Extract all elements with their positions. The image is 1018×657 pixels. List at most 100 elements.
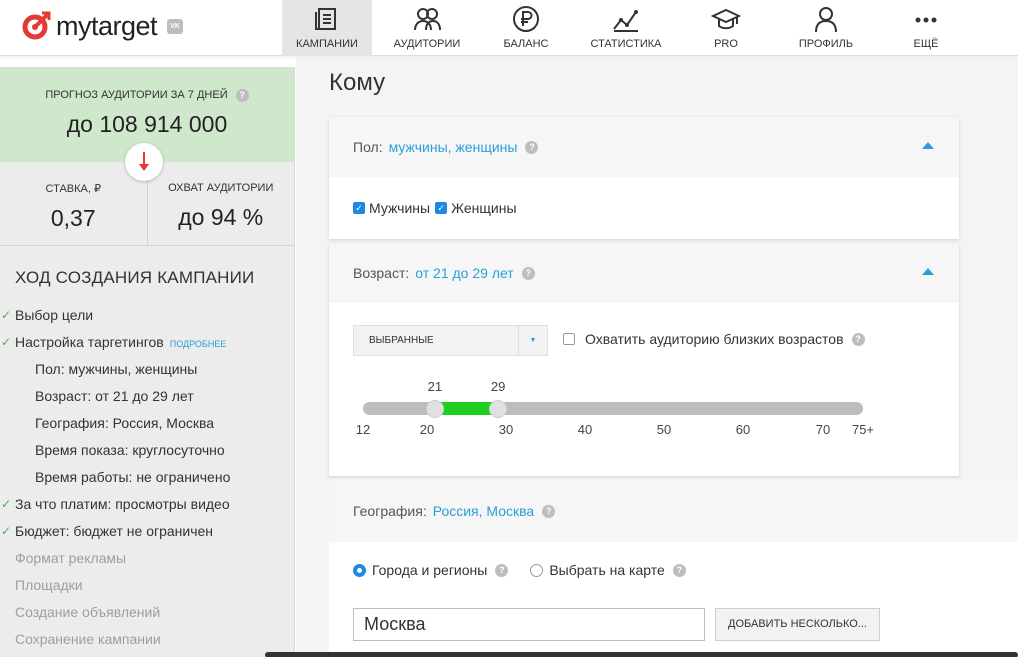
step-budget[interactable]: Бюджет: бюджет не ограничен — [0, 518, 294, 545]
step-label: Создание объявлений — [15, 604, 161, 620]
collapse-icon[interactable] — [922, 142, 934, 149]
checkbox-label: Женщины — [451, 200, 517, 216]
radio-unselected-icon — [530, 563, 544, 577]
step-sub-gender: Пол: мужчины, женщины — [0, 356, 294, 383]
logo[interactable]: mytarget VK — [20, 10, 184, 42]
slider-tick: 40 — [577, 422, 593, 437]
gender-label: Пол: — [353, 139, 383, 155]
collapse-icon[interactable] — [922, 268, 934, 275]
add-multiple-button[interactable]: ДОБАВИТЬ НЕСКОЛЬКО... — [715, 608, 880, 641]
more-link[interactable]: ПОДРОБНЕЕ — [170, 339, 227, 349]
checkbox-unchecked-icon — [563, 333, 575, 345]
step-label: Выбор цели — [15, 307, 94, 323]
bottom-edge — [265, 652, 1018, 657]
bid-value: 0,37 — [50, 205, 96, 231]
female-checkbox[interactable]: ✓ Женщины — [435, 200, 517, 216]
brand-name: mytarget — [56, 10, 158, 41]
age-slider-max-handle[interactable] — [489, 400, 508, 418]
help-icon[interactable]: ? — [542, 504, 556, 518]
reach-stat: ОХВАТ АУДИТОРИИ до 94 % — [146, 162, 295, 245]
checkbox-checked-icon: ✓ — [353, 202, 365, 214]
help-icon[interactable]: ? — [495, 563, 509, 577]
top-navigation-bar: mytarget VK КАМПАНИИ АУДИТОРИИ БАЛАНС СТ… — [0, 0, 1018, 56]
step-label: География: Россия, Москва — [35, 415, 215, 431]
forecast-value: до 108 914 000 — [66, 111, 228, 137]
nav-item-more[interactable]: ЕЩЁ — [882, 0, 970, 56]
campaigns-icon — [311, 3, 343, 35]
mytarget-logo-icon — [22, 11, 51, 40]
profile-icon — [810, 3, 842, 35]
checkbox-label: Мужчины — [369, 200, 431, 216]
gender-options: ✓ Мужчины ✓ Женщины — [353, 200, 517, 216]
age-panel-header[interactable]: Возраст: от 21 до 29 лет ? — [329, 243, 959, 303]
age-slider-track[interactable] — [363, 400, 863, 418]
step-sub-work-time: Время работы: не ограничено — [0, 464, 294, 491]
nav-label: ЕЩЁ — [913, 38, 939, 50]
slider-min-label: 21 — [427, 379, 443, 394]
step-save-campaign: Сохранение кампании — [0, 626, 294, 653]
slider-tick: 75+ — [851, 422, 875, 437]
bid-stat: СТАВКА, ₽ 0,37 — [0, 162, 147, 245]
sidebar: ПРОГНОЗ АУДИТОРИИ ЗА 7 ДНЕЙ ? до 108 914… — [0, 67, 295, 657]
step-label: Площадки — [15, 577, 83, 593]
radio-label: Выбрать на карте — [549, 562, 665, 578]
step-goal[interactable]: Выбор цели — [0, 302, 294, 329]
age-slider-min-handle[interactable] — [425, 400, 444, 418]
step-create-ads: Создание объявлений — [0, 599, 294, 626]
step-label: Время показа: круглосуточно — [35, 442, 225, 458]
help-icon[interactable]: ? — [521, 266, 535, 280]
age-value: от 21 до 29 лет — [415, 265, 514, 281]
down-arrow-icon — [125, 143, 163, 181]
help-icon[interactable]: ? — [525, 140, 539, 154]
geo-label: География: — [353, 503, 427, 519]
nav-item-campaigns[interactable]: КАМПАНИИ — [282, 0, 372, 56]
help-icon[interactable]: ? — [672, 563, 686, 577]
geo-mode-radios: Города и регионы ? Выбрать на карте ? — [353, 562, 686, 578]
select-value: ВЫБРАННЫЕ — [369, 335, 434, 346]
slider-tick: 50 — [656, 422, 672, 437]
step-targeting[interactable]: Настройка таргетингов ПОДРОБНЕЕ — [0, 329, 294, 356]
nav-label: PRO — [714, 38, 738, 50]
step-label: Пол: мужчины, женщины — [35, 361, 198, 377]
audiences-icon — [411, 3, 443, 35]
reach-label: ОХВАТ АУДИТОРИИ — [168, 182, 274, 194]
male-checkbox[interactable]: ✓ Мужчины — [353, 200, 430, 216]
age-mode-select[interactable]: ВЫБРАННЫЕ ▼ — [353, 325, 548, 356]
nav-label: КАМПАНИИ — [296, 38, 358, 50]
step-ad-format: Формат рекламы — [0, 545, 294, 572]
step-label: Формат рекламы — [15, 550, 127, 566]
gender-panel-header[interactable]: Пол: мужчины, женщины ? — [329, 117, 959, 177]
nav-item-audiences[interactable]: АУДИТОРИИ — [372, 0, 482, 56]
age-panel: Возраст: от 21 до 29 лет ? ВЫБРАННЫЕ ▼ О… — [329, 243, 959, 476]
bid-label: СТАВКА, ₽ — [45, 183, 101, 195]
slider-max-label: 29 — [490, 379, 506, 394]
slider-tick: 30 — [498, 422, 514, 437]
geo-panel: География: Россия, Москва ? Города и рег… — [329, 480, 1018, 657]
more-icon — [910, 3, 942, 35]
nav-item-pro[interactable]: PRO — [682, 0, 770, 56]
map-radio[interactable]: Выбрать на карте ? — [530, 562, 686, 578]
step-sub-geo: География: Россия, Москва — [0, 410, 294, 437]
help-icon[interactable]: ? — [235, 88, 249, 102]
nav-item-balance[interactable]: БАЛАНС — [482, 0, 570, 56]
page-title: Кому — [329, 69, 386, 96]
step-placements: Площадки — [0, 572, 294, 599]
city-input[interactable]: Москва — [353, 608, 705, 641]
cities-radio[interactable]: Города и регионы ? — [353, 562, 509, 578]
nav-label: АУДИТОРИИ — [393, 38, 461, 50]
step-label: Бюджет: бюджет не ограничен — [15, 523, 214, 539]
gender-value: мужчины, женщины — [388, 139, 518, 155]
step-label: Сохранение кампании — [15, 631, 161, 647]
nav-item-statistics[interactable]: СТАТИСТИКА — [570, 0, 682, 56]
help-icon[interactable]: ? — [851, 332, 865, 346]
nav-label: БАЛАНС — [503, 38, 549, 50]
geo-panel-header[interactable]: География: Россия, Москва ? — [329, 480, 1018, 542]
reach-value: до 94 % — [178, 204, 264, 230]
graduation-cap-icon — [710, 3, 742, 35]
nav-item-profile[interactable]: ПРОФИЛЬ — [770, 0, 882, 56]
progress-title: ХОД СОЗДАНИЯ КАМПАНИИ — [15, 268, 255, 287]
slider-tick: 70 — [815, 422, 831, 437]
progress-steps: Выбор цели Настройка таргетингов ПОДРОБНЕ… — [0, 288, 294, 653]
nearby-ages-checkbox[interactable]: Охватить аудиторию близких возрастов ? — [563, 331, 865, 347]
step-payment[interactable]: За что платим: просмотры видео — [0, 491, 294, 518]
